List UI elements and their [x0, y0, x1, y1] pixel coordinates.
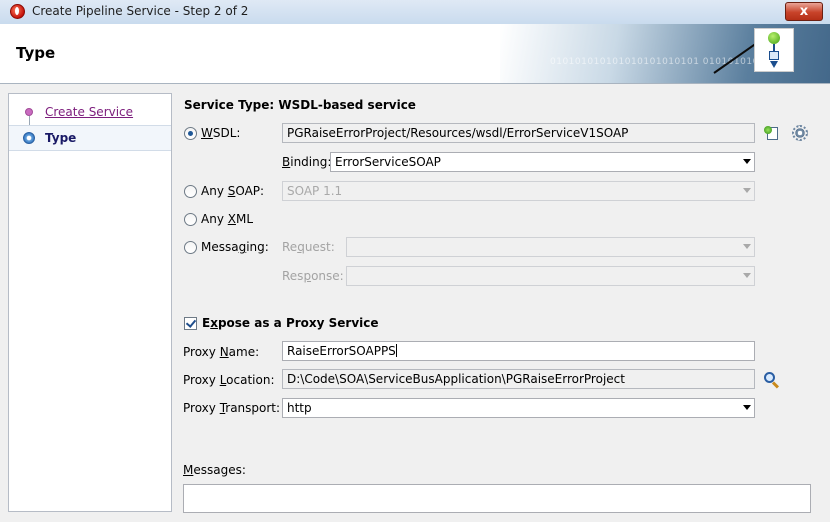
search-icon[interactable] [764, 372, 780, 389]
request-select[interactable] [346, 237, 755, 257]
binding-select[interactable]: ErrorServiceSOAP [330, 152, 755, 172]
chevron-down-icon [743, 405, 751, 410]
response-select[interactable] [346, 266, 755, 286]
expose-proxy-label: Expose as a Proxy Service [202, 316, 379, 330]
proxy-transport-select[interactable]: http [282, 398, 755, 418]
any-xml-label: Any XML [201, 212, 254, 226]
nav-step-label: Type [45, 131, 77, 145]
oracle-app-icon [10, 4, 25, 19]
messages-area [183, 484, 811, 513]
chevron-down-icon [743, 159, 751, 164]
banner-binary-text: 010101010101010101010101 0101010101010 [550, 57, 784, 67]
close-button[interactable]: x [785, 2, 823, 21]
proxy-name-value: RaiseErrorSOAPPS [287, 344, 396, 358]
proxy-name-label: Proxy Name: [183, 345, 260, 359]
wsdl-field[interactable]: PGRaiseErrorProject/Resources/wsdl/Error… [282, 123, 755, 143]
text-cursor [395, 344, 397, 357]
window-title: Create Pipeline Service - Step 2 of 2 [32, 4, 249, 18]
wsdl-label: WSDL: [201, 126, 241, 140]
expose-proxy-checkbox[interactable] [184, 317, 197, 330]
wizard-steps-panel: Create Service Type [8, 93, 172, 512]
proxy-transport-label: Proxy Transport: [183, 401, 281, 415]
binding-label: Binding: [282, 155, 332, 169]
wsdl-browse-icon[interactable] [764, 126, 779, 141]
soap-version-value: SOAP 1.1 [287, 184, 343, 198]
proxy-location-label: Proxy Location: [183, 373, 275, 387]
wsdl-radio[interactable] [184, 127, 197, 140]
messages-label: Messages: [183, 463, 246, 477]
nav-step-create-service[interactable]: Create Service [9, 100, 171, 124]
chevron-down-icon [743, 273, 751, 278]
any-soap-label: Any SOAP: [201, 184, 265, 198]
any-soap-radio[interactable] [184, 185, 197, 198]
request-label: Request: [282, 240, 335, 254]
proxy-name-input[interactable]: RaiseErrorSOAPPS [282, 341, 755, 361]
header-banner: 010101010101010101010101 0101010101010 T… [0, 24, 830, 84]
pipeline-service-icon [754, 28, 794, 72]
binding-selected-value: ErrorServiceSOAP [335, 155, 441, 169]
nav-step-type[interactable]: Type [9, 125, 171, 151]
chevron-down-icon [743, 188, 751, 193]
page-title: Type [16, 44, 56, 62]
messaging-label: Messaging: [201, 240, 269, 254]
soap-version-select[interactable]: SOAP 1.1 [282, 181, 755, 201]
step-visited-icon [25, 108, 33, 116]
dialog-window: Create Pipeline Service - Step 2 of 2 x … [0, 0, 830, 522]
nav-step-label[interactable]: Create Service [45, 105, 133, 119]
response-label: Response: [282, 269, 344, 283]
step-current-icon [23, 132, 35, 144]
messaging-radio[interactable] [184, 241, 197, 254]
any-xml-radio[interactable] [184, 213, 197, 226]
proxy-transport-value: http [287, 401, 312, 415]
chevron-down-icon [743, 244, 751, 249]
service-type-heading: Service Type: WSDL-based service [184, 98, 416, 112]
gear-icon[interactable] [792, 125, 808, 141]
proxy-location-field[interactable]: D:\Code\SOA\ServiceBusApplication\PGRais… [282, 369, 755, 389]
main-panel: Service Type: WSDL-based service WSDL: P… [172, 83, 830, 522]
title-bar: Create Pipeline Service - Step 2 of 2 x [0, 0, 830, 25]
